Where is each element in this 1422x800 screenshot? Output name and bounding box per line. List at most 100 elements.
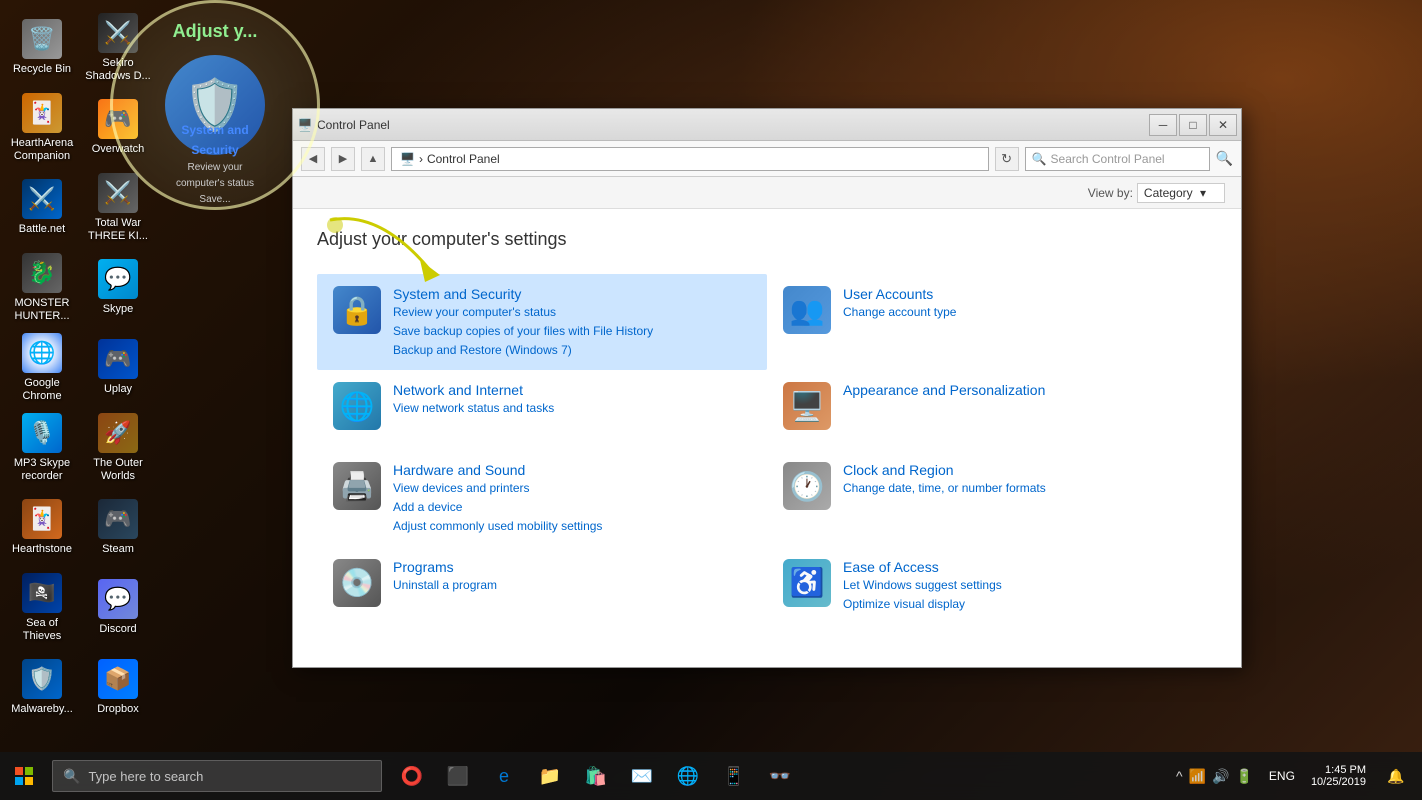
recycle-bin-label: Recycle Bin	[13, 63, 71, 76]
clock-name[interactable]: Clock and Region	[843, 462, 1046, 478]
ease-text: Ease of Access Let Windows suggest setti…	[843, 559, 1002, 613]
ease-name[interactable]: Ease of Access	[843, 559, 1002, 575]
network-text: Network and Internet View network status…	[393, 382, 554, 417]
hardware-link-2[interactable]: Add a device	[393, 499, 602, 516]
desktop-icon-battle-net[interactable]: ⚔️ Battle.net	[4, 168, 80, 248]
desktop-icon-recycle-bin[interactable]: 🗑️ Recycle Bin	[4, 8, 80, 88]
security-link-2[interactable]: Save backup copies of your files with Fi…	[393, 323, 653, 340]
user-accounts-link-1[interactable]: Change account type	[843, 304, 956, 321]
category-user-accounts[interactable]: 👥 User Accounts Change account type	[767, 274, 1217, 370]
desktop-icon-malwarebytes[interactable]: 🛡️ Malwareby...	[4, 648, 80, 728]
category-grid: 🔒 System and Security Review your comput…	[317, 274, 1217, 627]
title-bar-controls: ─ □ ✕	[1149, 114, 1237, 136]
security-link-3[interactable]: Backup and Restore (Windows 7)	[393, 342, 653, 359]
magnify-content: System and Security Review your computer…	[164, 121, 266, 210]
close-button[interactable]: ✕	[1209, 114, 1237, 136]
address-bar: ◀ ▶ ▲ 🖥️ › Control Panel ↻ 🔍 Search Cont…	[293, 141, 1241, 177]
appearance-name[interactable]: Appearance and Personalization	[843, 382, 1045, 398]
taskbar-tablet-icon[interactable]: 📱	[712, 754, 756, 798]
desktop-icon-hearthstone[interactable]: 🃏 Hearthstone	[4, 488, 80, 568]
desktop-icon-sea-of-thieves[interactable]: 🏴‍☠️ Sea of Thieves	[4, 568, 80, 648]
search-submit-icon[interactable]: 🔍	[1216, 150, 1233, 167]
forward-button[interactable]: ▶	[331, 147, 355, 171]
security-text: System and Security Review your computer…	[393, 286, 653, 358]
ease-link-2[interactable]: Optimize visual display	[843, 596, 1002, 613]
desktop-icon-mhunter[interactable]: 🐉 MONSTER HUNTER...	[4, 248, 80, 328]
taskbar-task-view-icon[interactable]: ⬛	[436, 754, 480, 798]
ease-link-1[interactable]: Let Windows suggest settings	[843, 577, 1002, 594]
path-icon: 🖥️	[400, 152, 415, 166]
refresh-button[interactable]: ↻	[995, 147, 1019, 171]
up-button[interactable]: ▲	[361, 147, 385, 171]
desktop-icon-dropbox[interactable]: 📦 Dropbox	[80, 648, 156, 728]
notification-center-button[interactable]: 🔔	[1378, 752, 1414, 800]
taskbar-mixed-reality-icon[interactable]: 👓	[758, 754, 802, 798]
battle-net-label: Battle.net	[19, 223, 65, 236]
dropbox-icon: 📦	[98, 659, 138, 699]
viewby-dropdown[interactable]: Category ▾	[1137, 183, 1225, 203]
desktop-icon-discord[interactable]: 💬 Discord	[80, 568, 156, 648]
taskbar-explorer-icon[interactable]: 📁	[528, 754, 572, 798]
mp3skype-icon: 🎙️	[22, 413, 62, 453]
systray-battery-icon[interactable]: 🔋	[1235, 768, 1252, 785]
viewby-label: View by:	[1088, 186, 1133, 200]
discord-label: Discord	[99, 623, 136, 636]
search-box[interactable]: 🔍 Search Control Panel	[1025, 147, 1210, 171]
desktop-icon-skype[interactable]: 💬 Skype	[80, 248, 156, 328]
category-clock[interactable]: 🕐 Clock and Region Change date, time, or…	[767, 450, 1217, 546]
desktop-icon-uplay[interactable]: 🎮 Uplay	[80, 328, 156, 408]
magnify-title: Adjust y...	[173, 21, 258, 42]
desktop-icon-outer-worlds[interactable]: 🚀 The Outer Worlds	[80, 408, 156, 488]
programs-text: Programs Uninstall a program	[393, 559, 497, 594]
title-bar: 🖥️ Control Panel ─ □ ✕	[293, 109, 1241, 141]
user-accounts-text: User Accounts Change account type	[843, 286, 956, 321]
systray-language-icon[interactable]: ENG	[1265, 769, 1299, 783]
security-link-1[interactable]: Review your computer's status	[393, 304, 653, 321]
hardware-link-3[interactable]: Adjust commonly used mobility settings	[393, 518, 602, 535]
programs-icon: 💿	[333, 559, 381, 607]
systray: ^ 📶 🔊 🔋	[1168, 768, 1261, 785]
clock[interactable]: 1:45 PM 10/25/2019	[1303, 764, 1374, 788]
category-programs[interactable]: 💿 Programs Uninstall a program	[317, 547, 767, 627]
systray-network-icon[interactable]: 📶	[1189, 768, 1206, 785]
desktop-icon-mp3skype[interactable]: 🎙️ MP3 Skype recorder	[4, 408, 80, 488]
network-link-1[interactable]: View network status and tasks	[393, 400, 554, 417]
user-accounts-name[interactable]: User Accounts	[843, 286, 956, 302]
address-path[interactable]: 🖥️ › Control Panel	[391, 147, 989, 171]
maximize-button[interactable]: □	[1179, 114, 1207, 136]
taskbar-chrome-taskbar-icon[interactable]: 🌐	[666, 754, 710, 798]
hearthstone-label: Hearthstone	[12, 543, 72, 556]
network-icon: 🌐	[333, 382, 381, 430]
search-placeholder: Search Control Panel	[1051, 152, 1165, 166]
clock-link-1[interactable]: Change date, time, or number formats	[843, 480, 1046, 497]
taskbar-search-icon: 🔍	[63, 768, 80, 785]
programs-link-1[interactable]: Uninstall a program	[393, 577, 497, 594]
desktop-icon-chrome[interactable]: 🌐 Google Chrome	[4, 328, 80, 408]
category-hardware[interactable]: 🖨️ Hardware and Sound View devices and p…	[317, 450, 767, 546]
taskbar-cortana-icon[interactable]: ⭕	[390, 754, 434, 798]
taskbar-mail-icon[interactable]: ✉️	[620, 754, 664, 798]
minimize-button[interactable]: ─	[1149, 114, 1177, 136]
chrome-label: Google Chrome	[8, 377, 76, 403]
taskbar-search[interactable]: 🔍 Type here to search	[52, 760, 382, 792]
control-panel-window: 🖥️ Control Panel ─ □ ✕ ◀ ▶ ▲ 🖥️ › Contro…	[292, 108, 1242, 668]
network-name[interactable]: Network and Internet	[393, 382, 554, 398]
taskbar-edge-icon[interactable]: e	[482, 754, 526, 798]
category-network[interactable]: 🌐 Network and Internet View network stat…	[317, 370, 767, 450]
start-button[interactable]	[0, 752, 48, 800]
desktop-icon-steam[interactable]: 🎮 Steam	[80, 488, 156, 568]
systray-volume-icon[interactable]: 🔊	[1212, 768, 1229, 785]
programs-name[interactable]: Programs	[393, 559, 497, 575]
hardware-link-1[interactable]: View devices and printers	[393, 480, 602, 497]
taskbar: 🔍 Type here to search ⭕ ⬛ e 📁 🛍️ ✉️ 🌐 📱 …	[0, 752, 1422, 800]
path-separator: ›	[419, 152, 423, 166]
category-appearance[interactable]: 🖥️ Appearance and Personalization	[767, 370, 1217, 450]
taskbar-store-icon[interactable]: 🛍️	[574, 754, 618, 798]
category-ease-of-access[interactable]: ♿ Ease of Access Let Windows suggest set…	[767, 547, 1217, 627]
systray-chevron-icon[interactable]: ^	[1176, 768, 1183, 784]
battle-net-icon: ⚔️	[22, 179, 62, 219]
sea-of-thieves-label: Sea of Thieves	[8, 617, 76, 643]
hardware-name[interactable]: Hardware and Sound	[393, 462, 602, 478]
recycle-bin-icon: 🗑️	[22, 19, 62, 59]
desktop-icon-hearthstonearena[interactable]: 🃏 HearthArena Companion	[4, 88, 80, 168]
